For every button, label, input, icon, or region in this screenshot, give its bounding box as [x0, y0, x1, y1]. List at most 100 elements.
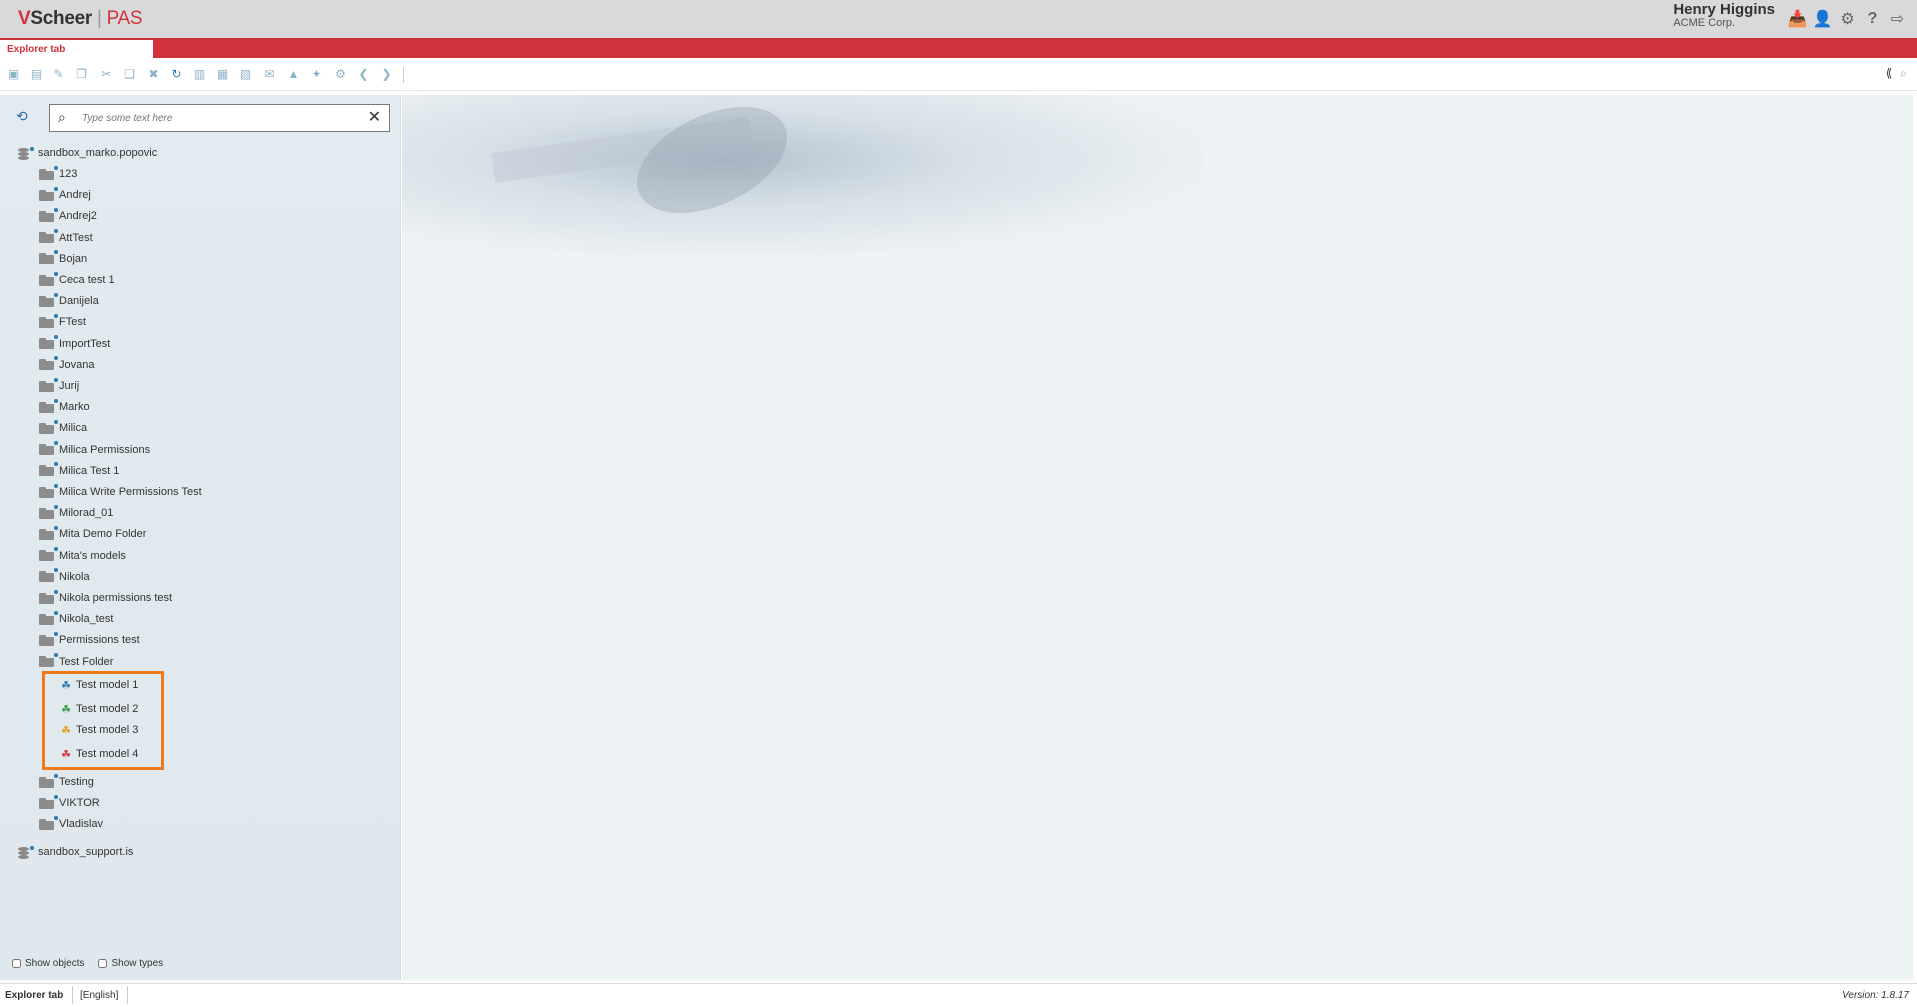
tree-folder[interactable]: FTest: [39, 313, 86, 331]
tree-item-label: sandbox_marko.popovic: [38, 147, 158, 159]
tree-item-label: Test Folder: [59, 655, 114, 668]
tree-folder[interactable]: Test Folder: [39, 653, 113, 671]
collapse-panel-icon[interactable]: ⟪: [1886, 66, 1893, 81]
cut-icon[interactable]: ✂: [99, 66, 114, 81]
tree-folder[interactable]: 123: [39, 165, 77, 183]
help-icon[interactable]: ?: [1863, 9, 1882, 28]
footer-divider: [127, 986, 128, 1004]
inbox-icon[interactable]: 📥: [1788, 9, 1808, 28]
tree-folder[interactable]: Mita's models: [39, 547, 126, 565]
back-icon[interactable]: ❮: [356, 66, 371, 81]
folder-icon: [39, 441, 58, 456]
new-model-icon[interactable]: ▤: [29, 66, 44, 81]
folder-icon: [39, 207, 58, 222]
main-content: [402, 95, 1913, 980]
logo-brand: Scheer: [30, 8, 92, 29]
show-objects-label: Show objects: [25, 958, 85, 969]
tree-folder[interactable]: Milica Test 1: [39, 462, 119, 480]
tree-folder[interactable]: Ceca test 1: [39, 271, 115, 289]
new-folder-icon[interactable]: ▣: [6, 66, 21, 81]
folder-icon: [39, 271, 58, 286]
tree-folder[interactable]: Mita Demo Folder: [39, 525, 146, 543]
copy-icon[interactable]: ❐: [74, 66, 89, 81]
show-types-label: Show types: [111, 958, 164, 969]
tree-folder[interactable]: Nikola_test: [39, 610, 113, 628]
folder-icon: [39, 356, 58, 371]
clear-icon[interactable]: ✕: [368, 107, 381, 127]
tree-item-label: Nikola: [59, 570, 90, 583]
refresh-icon[interactable]: ↻: [169, 66, 184, 81]
toolbar-divider: [403, 67, 404, 83]
tree-item-label: Nikola_test: [59, 613, 114, 626]
tree-folder[interactable]: Danijela: [39, 292, 99, 310]
tree-folder[interactable]: ImportTest: [39, 335, 110, 353]
forward-icon[interactable]: ❯: [379, 66, 394, 81]
edit-icon[interactable]: ✎: [51, 66, 66, 81]
gear-icon[interactable]: ⚙: [1838, 9, 1857, 28]
user-icon[interactable]: 👤: [1813, 9, 1833, 28]
logo-product: PAS: [106, 8, 143, 29]
tree-item-label: Bojan: [59, 252, 88, 265]
tree-item-label: Danijela: [59, 295, 99, 308]
tree-folder[interactable]: AttTest: [39, 229, 93, 247]
search-icon[interactable]: ⌕: [1900, 66, 1907, 81]
show-objects-option[interactable]: Show objects: [12, 958, 84, 969]
delete-icon[interactable]: ✖: [146, 66, 161, 81]
tree-folder[interactable]: Milorad_01: [39, 504, 113, 522]
database-icon: [18, 146, 34, 160]
footer-tab[interactable]: Explorer tab: [5, 990, 63, 1001]
tree-folder[interactable]: Marko: [39, 398, 90, 416]
tree-folder[interactable]: Jurij: [39, 377, 79, 395]
tree-folder[interactable]: Milica Permissions: [39, 441, 150, 459]
tab-explorer[interactable]: Explorer tab: [0, 40, 153, 58]
status-bar: Explorer tab [English] Version: 1.8.17: [0, 983, 1917, 1007]
footer-language[interactable]: [English]: [80, 990, 118, 1001]
tree-item-label: Testing: [59, 776, 94, 788]
tree-folder[interactable]: Bojan: [39, 250, 87, 268]
expand-icon[interactable]: ✦: [309, 66, 324, 81]
tree-folder[interactable]: Andrej: [39, 186, 91, 204]
tree-root-sandbox-support[interactable]: sandbox_support.is: [18, 843, 133, 861]
folder-icon: [39, 794, 58, 809]
export-icon[interactable]: ▥: [192, 66, 207, 81]
tree-folder[interactable]: Milica: [39, 419, 87, 437]
show-objects-checkbox[interactable]: [12, 959, 21, 968]
tree-folder[interactable]: Nikola permissions test: [39, 589, 172, 607]
tree-folder[interactable]: Testing: [39, 773, 94, 791]
import-icon[interactable]: ▦: [215, 66, 230, 81]
tree-root-sandbox-marko[interactable]: sandbox_marko.popovic: [18, 144, 157, 162]
tree-folder[interactable]: Milica Write Permissions Test: [39, 483, 202, 501]
tree-folder[interactable]: Jovana: [39, 356, 94, 374]
tree-folder[interactable]: Andrej2: [39, 207, 97, 225]
folder-icon: [39, 229, 58, 244]
app-logo[interactable]: VScheer | PAS: [18, 8, 143, 30]
view-options: Show objects Show types: [12, 958, 163, 969]
folder-icon: [39, 419, 58, 434]
tree-folder[interactable]: Nikola: [39, 568, 90, 586]
logout-icon[interactable]: ⇨: [1888, 9, 1907, 28]
folder-icon: [39, 773, 58, 788]
user-organization: ACME Corp.: [1673, 17, 1736, 29]
properties-icon[interactable]: ▧: [238, 66, 253, 81]
show-types-checkbox[interactable]: [98, 959, 108, 968]
tree-item-label: sandbox_support.is: [38, 846, 134, 858]
share-icon[interactable]: ✉: [262, 66, 277, 81]
settings-icon[interactable]: ⚙: [333, 66, 348, 81]
tree-item-label: Milica Permissions: [59, 443, 151, 456]
tree-item-label: Milorad_01: [59, 507, 114, 520]
paste-icon[interactable]: ❑: [122, 66, 137, 81]
pin-icon[interactable]: ▲: [286, 66, 301, 81]
show-types-option[interactable]: Show types: [98, 958, 163, 969]
folder-icon: [39, 165, 58, 180]
tree-folder[interactable]: Vladislav: [39, 815, 103, 833]
folder-icon: [39, 610, 58, 625]
tree-folder[interactable]: Permissions test: [39, 631, 140, 649]
user-info: Henry Higgins ACME Corp.: [1673, 1, 1775, 29]
folder-icon: [39, 292, 58, 307]
search-input[interactable]: [80, 109, 354, 128]
database-icon: [18, 845, 34, 859]
tree-folder[interactable]: VIKTOR: [39, 794, 100, 812]
background-shape: [620, 95, 804, 235]
tree-item-label: Milica Test 1: [59, 464, 120, 477]
history-icon[interactable]: ⟲: [16, 108, 28, 125]
